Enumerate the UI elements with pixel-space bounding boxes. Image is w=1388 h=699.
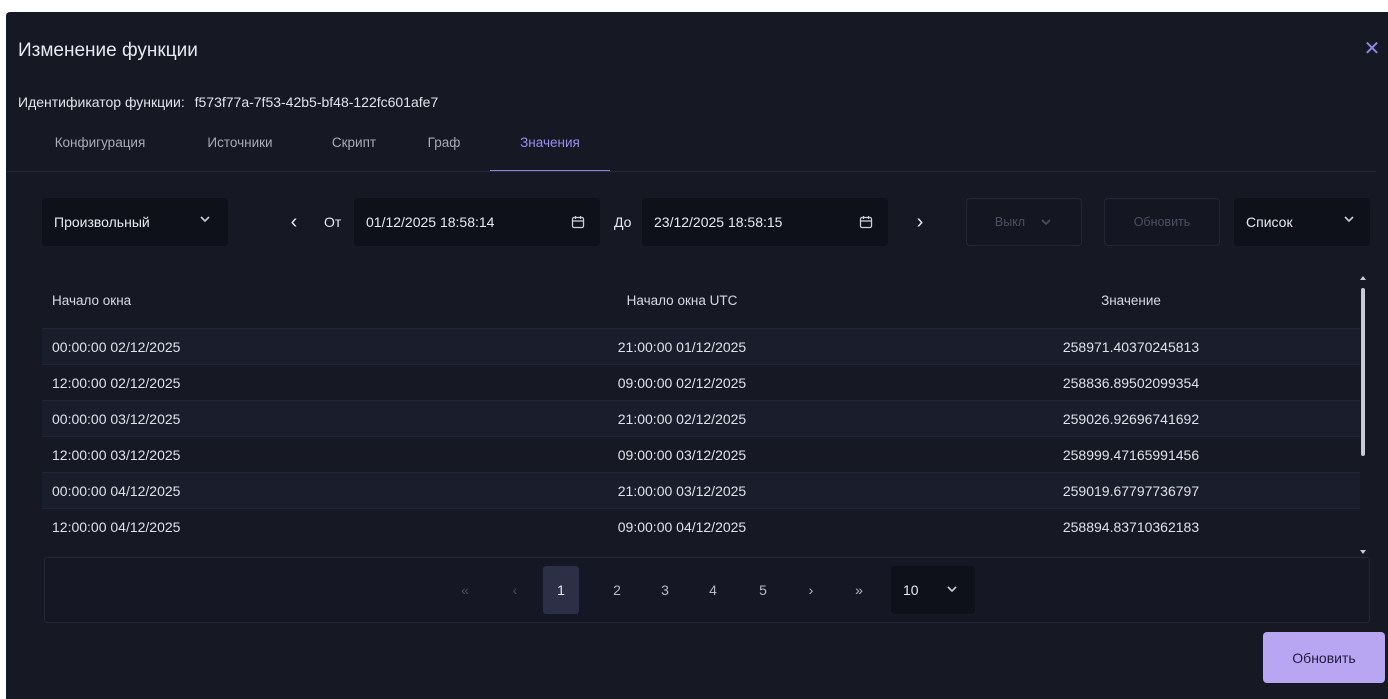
close-icon[interactable]: ✕ bbox=[1361, 38, 1383, 60]
page-size-value: 10 bbox=[903, 582, 919, 598]
cell-window-start: 12:00:00 04/12/2025 bbox=[52, 518, 181, 535]
scroll-up-icon[interactable] bbox=[1360, 276, 1366, 280]
chevron-down-icon bbox=[1344, 216, 1354, 223]
scroll-down-icon[interactable] bbox=[1360, 550, 1366, 554]
cell-value: 258894.83710362183 bbox=[1062, 518, 1200, 535]
modal-title: Изменение функции bbox=[18, 40, 198, 61]
tab-values[interactable]: Значения bbox=[490, 130, 610, 172]
cell-window-start: 00:00:00 04/12/2025 bbox=[52, 482, 181, 499]
page-button-5[interactable]: 5 bbox=[745, 566, 781, 614]
cell-window-start-utc: 09:00:00 04/12/2025 bbox=[617, 518, 747, 535]
table-row[interactable]: 00:00:00 02/12/2025 21:00:00 01/12/2025 … bbox=[42, 328, 1360, 364]
table-row[interactable]: 12:00:00 04/12/2025 09:00:00 04/12/2025 … bbox=[42, 508, 1360, 544]
page-button-3[interactable]: 3 bbox=[647, 566, 683, 614]
table-row[interactable]: 00:00:00 03/12/2025 21:00:00 02/12/2025 … bbox=[42, 400, 1360, 436]
prev-range-icon[interactable]: ‹ bbox=[282, 198, 306, 246]
cell-value: 258836.89502099354 bbox=[1062, 374, 1200, 391]
table-scrollbar[interactable] bbox=[1358, 276, 1368, 554]
auto-refresh-value: Выкл bbox=[994, 215, 1026, 229]
refresh-button[interactable]: Обновить bbox=[1263, 632, 1385, 683]
cell-window-start: 00:00:00 02/12/2025 bbox=[52, 338, 181, 355]
table-row[interactable]: 12:00:00 02/12/2025 09:00:00 02/12/2025 … bbox=[42, 364, 1360, 400]
scrollbar-thumb[interactable] bbox=[1361, 288, 1365, 456]
auto-refresh-select[interactable]: Выкл bbox=[966, 198, 1082, 246]
to-date-field[interactable]: 23/12/2025 18:58:15 bbox=[642, 198, 888, 246]
tab-script[interactable]: Скрипт bbox=[324, 130, 384, 172]
to-date-value: 23/12/2025 18:58:15 bbox=[654, 214, 783, 230]
calendar-icon[interactable] bbox=[570, 214, 586, 230]
next-page-button[interactable]: › bbox=[793, 566, 829, 614]
column-header-window-start[interactable]: Начало окна bbox=[42, 293, 462, 308]
cell-value: 259026.92696741692 bbox=[1062, 410, 1200, 427]
from-label: От bbox=[324, 214, 342, 230]
view-mode-value: Список bbox=[1246, 214, 1293, 230]
cell-value: 258999.47165991456 bbox=[1062, 446, 1200, 463]
page-size-select[interactable]: 10 bbox=[891, 566, 975, 614]
next-range-icon[interactable]: › bbox=[908, 198, 932, 246]
chevron-down-icon bbox=[947, 586, 957, 593]
page-button-4[interactable]: 4 bbox=[695, 566, 731, 614]
tab-bar: Конфигурация Источники Скрипт Граф Значе… bbox=[18, 130, 1376, 172]
column-header-value[interactable]: Значение bbox=[902, 293, 1360, 308]
edit-function-modal: Изменение функции ✕ Идентификатор функци… bbox=[6, 12, 1388, 699]
function-id-value: f573f77a-7f53-42b5-bf48-122fc601afe7 bbox=[194, 94, 439, 110]
tab-configuration[interactable]: Конфигурация bbox=[44, 130, 156, 172]
cell-window-start-utc: 21:00:00 03/12/2025 bbox=[617, 482, 747, 499]
pagination: « ‹ 1 2 3 4 5 › » 10 bbox=[44, 557, 1370, 623]
tab-graph[interactable]: Граф bbox=[422, 130, 466, 172]
to-label: До bbox=[614, 214, 632, 230]
table-row[interactable]: 00:00:00 04/12/2025 21:00:00 03/12/2025 … bbox=[42, 472, 1360, 508]
tab-sources[interactable]: Источники bbox=[194, 130, 286, 172]
from-date-field[interactable]: 01/12/2025 18:58:14 bbox=[354, 198, 600, 246]
values-toolbar: Произвольный ‹ От 01/12/2025 18:58:14 До… bbox=[42, 198, 1370, 246]
function-id-label: Идентификатор функции: bbox=[18, 94, 185, 110]
chevron-down-icon bbox=[200, 216, 210, 223]
function-id: Идентификатор функции: f573f77a-7f53-42b… bbox=[18, 94, 438, 110]
range-select-value: Произвольный bbox=[54, 214, 150, 230]
values-table: Начало окна Начало окна UTC Значение 00:… bbox=[42, 272, 1360, 544]
column-header-window-start-utc[interactable]: Начало окна UTC bbox=[462, 293, 902, 308]
from-date-value: 01/12/2025 18:58:14 bbox=[366, 214, 495, 230]
table-row[interactable]: 12:00:00 03/12/2025 09:00:00 03/12/2025 … bbox=[42, 436, 1360, 472]
table-header: Начало окна Начало окна UTC Значение bbox=[42, 272, 1360, 328]
cell-window-start-utc: 09:00:00 03/12/2025 bbox=[617, 446, 747, 463]
view-mode-select[interactable]: Список bbox=[1234, 198, 1370, 246]
range-select[interactable]: Произвольный bbox=[42, 198, 228, 246]
prev-page-button[interactable]: ‹ bbox=[497, 566, 533, 614]
calendar-icon[interactable] bbox=[858, 214, 874, 230]
first-page-button[interactable]: « bbox=[447, 566, 483, 614]
page-button-2[interactable]: 2 bbox=[599, 566, 635, 614]
refresh-disabled-button[interactable]: Обновить bbox=[1104, 198, 1220, 246]
cell-window-start-utc: 21:00:00 01/12/2025 bbox=[617, 338, 747, 355]
cell-window-start: 12:00:00 03/12/2025 bbox=[52, 446, 181, 463]
cell-window-start-utc: 09:00:00 02/12/2025 bbox=[617, 374, 747, 391]
cell-window-start: 12:00:00 02/12/2025 bbox=[52, 374, 181, 391]
cell-value: 258971.40370245813 bbox=[1062, 338, 1200, 355]
cell-window-start-utc: 21:00:00 02/12/2025 bbox=[617, 410, 747, 427]
page-button-1[interactable]: 1 bbox=[543, 566, 579, 614]
cell-window-start: 00:00:00 03/12/2025 bbox=[52, 410, 181, 427]
cell-value: 259019.67797736797 bbox=[1062, 482, 1200, 499]
last-page-button[interactable]: » bbox=[841, 566, 877, 614]
chevron-down-icon bbox=[1041, 219, 1051, 226]
tabs-divider bbox=[6, 171, 1376, 172]
